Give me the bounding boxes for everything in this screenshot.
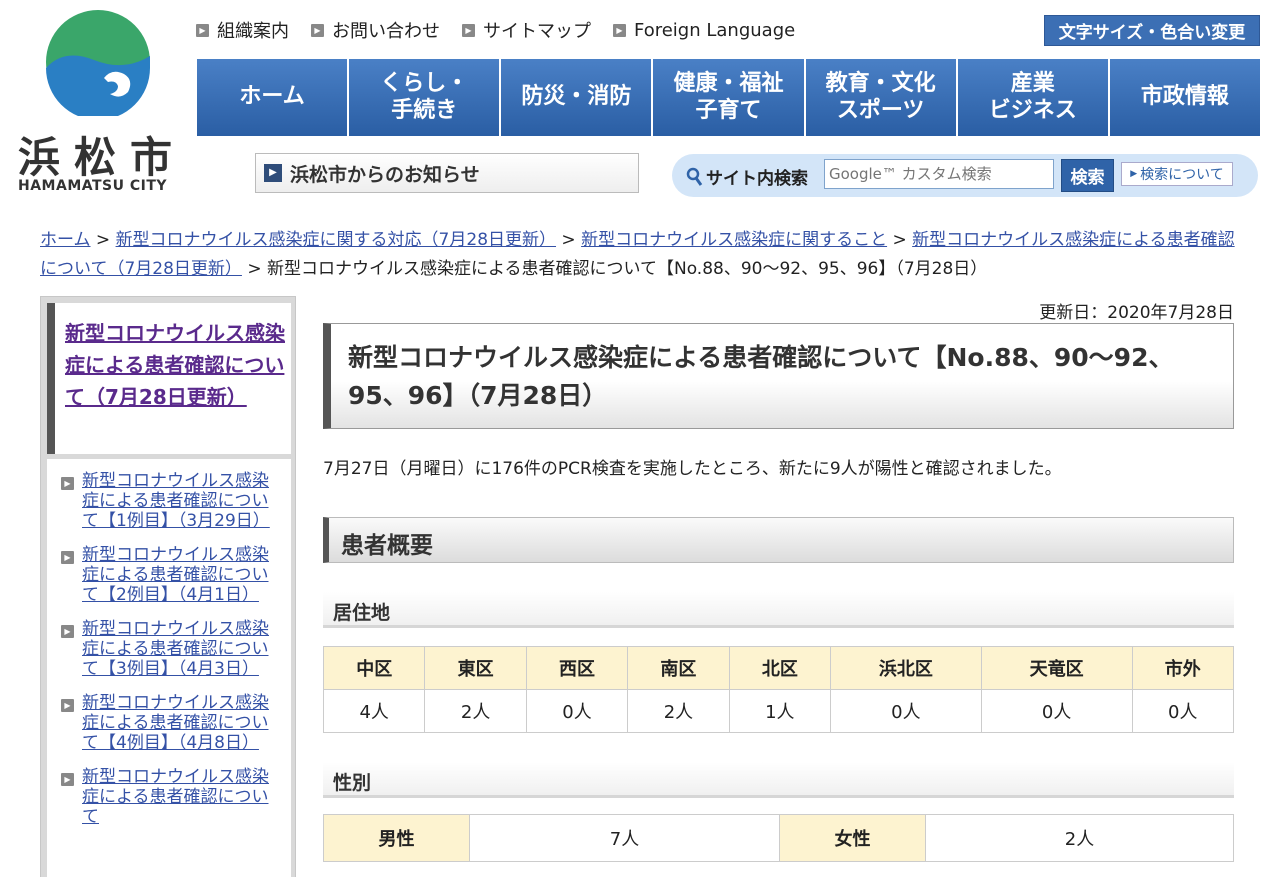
column-header: 東区 — [424, 646, 527, 690]
side-nav-item: ▶ 新型コロナウイルス感染症による患者確認について【3例目】（4月3日） — [61, 619, 281, 679]
arrow-icon: ▶ — [264, 164, 282, 182]
side-nav-item: ▶ 新型コロナウイルス感染症による患者確認について【4例目】（4月8日） — [61, 693, 281, 753]
font-size-color-button[interactable]: 文字サイズ・色合い変更 — [1044, 15, 1260, 46]
nav-living[interactable]: くらし・ 手続き — [349, 59, 502, 136]
column-header: 北区 — [728, 646, 832, 690]
side-nav-current[interactable]: 新型コロナウイルス感染症による患者確認について（7月28日更新） — [47, 303, 291, 454]
side-nav-item: ▶ 新型コロナウイルス感染症による患者確認について【2例目】（4月1日） — [61, 545, 281, 605]
table-row: 4人 2人 0人 2人 1人 0人 0人 0人 — [322, 689, 1235, 733]
link-contact[interactable]: ▶ お問い合わせ — [311, 17, 440, 43]
row-header-male: 男性 — [323, 814, 470, 862]
nav-disaster[interactable]: 防災・消防 — [501, 59, 654, 136]
breadcrumb-current: 新型コロナウイルス感染症による患者確認について【No.88、90～92、95、9… — [267, 259, 988, 279]
table-cell: 0人 — [980, 689, 1133, 733]
global-nav: ホーム くらし・ 手続き 防災・消防 健康・福祉 子育て 教育・文化 スポーツ … — [197, 59, 1260, 136]
triangle-icon: ▶ — [1130, 169, 1138, 179]
lead-text: 7月27日（月曜日）に176件のPCR検査を実施したところ、新たに9人が陽性と確… — [323, 459, 1062, 479]
table-header-row: 中区 東区 西区 南区 北区 浜北区 天竜区 市外 — [322, 646, 1235, 690]
breadcrumb-link-covid-response[interactable]: 新型コロナウイルス感染症に関する対応（7月28日更新） — [116, 230, 556, 250]
column-header: 市外 — [1131, 646, 1235, 690]
table-row: 男性 7人 女性 2人 — [323, 814, 1234, 862]
arrow-icon: ▶ — [196, 23, 209, 37]
side-nav-item: ▶ 新型コロナウイルス感染症による患者確認について【1例目】（3月29日） — [61, 471, 281, 531]
nav-home[interactable]: ホーム — [197, 59, 350, 136]
arrow-icon: ▶ — [61, 773, 74, 786]
table-cell: 1人 — [728, 689, 832, 733]
updated-date: 更新日：2020年7月28日 — [1039, 303, 1234, 323]
arrow-icon: ▶ — [61, 551, 74, 564]
link-foreign-language[interactable]: ▶ Foreign Language — [613, 17, 795, 43]
arrow-icon: ▶ — [61, 477, 74, 490]
heading-sex: 性別 — [323, 762, 1234, 798]
column-header: 中区 — [322, 646, 426, 690]
arrow-icon: ▶ — [61, 699, 74, 712]
link-organization[interactable]: ▶ 組織案内 — [196, 17, 289, 43]
link-sitemap[interactable]: ▶ サイトマップ — [462, 17, 591, 43]
column-header: 浜北区 — [830, 646, 982, 690]
breadcrumb-link-covid[interactable]: 新型コロナウイルス感染症に関すること — [581, 230, 887, 250]
section-heading-patient-summary: 患者概要 — [323, 517, 1234, 563]
logo-name-jp: 浜松市 — [18, 133, 187, 182]
arrow-icon: ▶ — [311, 23, 324, 37]
search-label: サイト内検索 — [706, 169, 808, 189]
search-button[interactable]: 検索 — [1061, 159, 1114, 192]
site-logo[interactable]: 浜松市 HAMAMATSU CITY — [14, 6, 184, 196]
city-notice-button[interactable]: ▶ 浜松市からのお知らせ — [255, 153, 639, 193]
column-header: 南区 — [627, 646, 730, 690]
table-cell: 0人 — [525, 689, 629, 733]
search-input[interactable] — [824, 159, 1054, 189]
nav-industry[interactable]: 産業 ビジネス — [957, 59, 1110, 136]
column-header: 西区 — [525, 646, 629, 690]
utility-links: ▶ 組織案内 ▶ お問い合わせ ▶ サイトマップ ▶ Foreign Language — [196, 17, 795, 43]
side-nav-item: ▶ 新型コロナウイルス感染症による患者確認について — [61, 767, 281, 827]
heading-residence: 居住地 — [323, 592, 1234, 628]
row-header-female: 女性 — [779, 814, 926, 862]
table-cell-male: 7人 — [469, 814, 780, 862]
table-cell: 2人 — [627, 689, 730, 733]
residence-table: 中区 東区 西区 南区 北区 浜北区 天竜区 市外 4人 2人 0人 2人 1人… — [322, 646, 1235, 733]
column-header: 天竜区 — [980, 646, 1133, 690]
arrow-icon: ▶ — [613, 23, 626, 37]
table-cell: 0人 — [1131, 689, 1235, 733]
logo-mark-icon — [46, 10, 150, 116]
arrow-icon: ▶ — [462, 23, 475, 37]
table-cell: 2人 — [424, 689, 527, 733]
magnifier-icon — [686, 167, 703, 186]
breadcrumb-link-home[interactable]: ホーム — [40, 230, 91, 250]
nav-city-admin[interactable]: 市政情報 — [1109, 59, 1260, 136]
breadcrumb: ホーム > 新型コロナウイルス感染症に関する対応（7月28日更新） > 新型コロ… — [40, 230, 1235, 279]
site-search: サイト内検索 検索 ▶ 検索について — [672, 154, 1258, 197]
page-title: 新型コロナウイルス感染症による患者確認について【No.88、90～92、95、9… — [323, 323, 1234, 429]
table-cell: 4人 — [322, 689, 426, 733]
arrow-icon: ▶ — [61, 625, 74, 638]
side-nav: 新型コロナウイルス感染症による患者確認について（7月28日更新） ▶ 新型コロナウ… — [40, 296, 296, 877]
search-about-link[interactable]: ▶ 検索について — [1121, 162, 1233, 186]
side-nav-list: ▶ 新型コロナウイルス感染症による患者確認について【1例目】（3月29日） ▶ 新型… — [47, 459, 291, 877]
table-cell-female: 2人 — [925, 814, 1234, 862]
table-cell: 0人 — [830, 689, 982, 733]
nav-health[interactable]: 健康・福祉 子育て — [653, 59, 806, 136]
sex-table: 男性 7人 女性 2人 — [323, 814, 1234, 862]
nav-education[interactable]: 教育・文化 スポーツ — [805, 59, 958, 136]
logo-name-en: HAMAMATSU CITY — [18, 178, 168, 194]
